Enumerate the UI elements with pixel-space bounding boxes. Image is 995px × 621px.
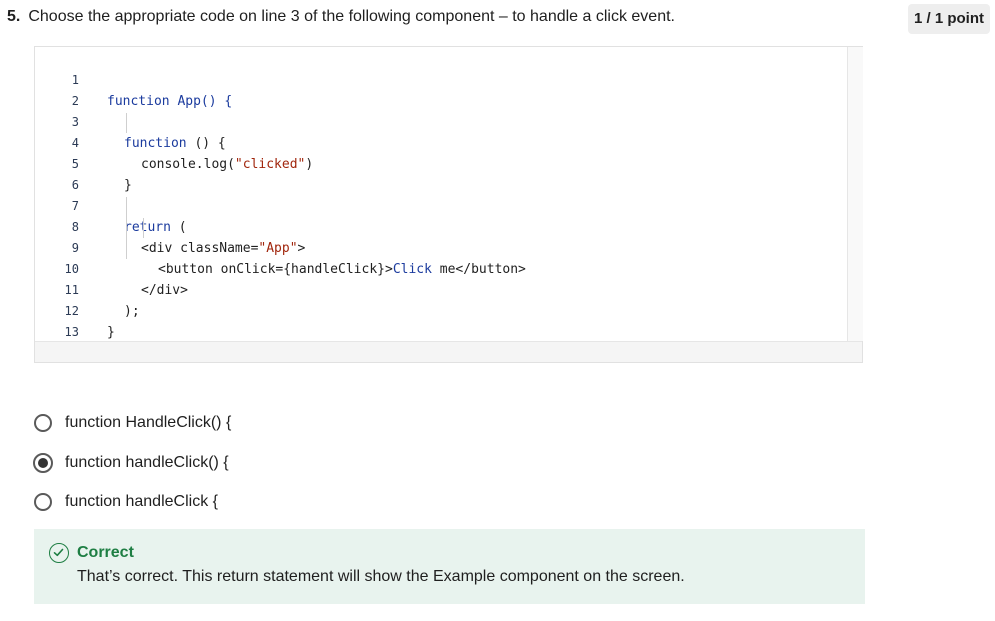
code-line-9: 9 <button onClick={handleClick}>Click me…	[35, 217, 526, 277]
indent-guide	[126, 113, 127, 133]
radio-button[interactable]	[34, 414, 52, 432]
code-line-8: 8 <div className="App">	[35, 196, 306, 256]
option-3[interactable]: function handleClick {	[34, 492, 264, 516]
code-line-13: 13	[35, 301, 79, 339]
question-number: 5.	[7, 8, 21, 25]
code-text: >	[297, 241, 306, 256]
code-line-1: 1 function App() {	[35, 49, 232, 109]
feedback-panel: Correct That’s correct. This return stat…	[34, 529, 865, 604]
code-text: App() {	[169, 94, 233, 109]
code-text: );	[124, 304, 140, 319]
feedback-title: Correct	[77, 544, 134, 561]
code-text: me</button>	[431, 262, 526, 277]
code-line-5: 5 }	[35, 133, 132, 193]
code-text: () {	[186, 136, 226, 151]
code-horizontal-scrollbar[interactable]	[35, 341, 862, 362]
code-jsx-text: Click	[392, 262, 432, 277]
feedback-message: That’s correct. This return statement wi…	[77, 568, 685, 585]
option-2[interactable]: function handleClick() {	[33, 453, 264, 477]
question-text: Choose the appropriate code on line 3 of…	[28, 8, 675, 25]
code-viewer: 1 function App() { 2 3 function () { 4 c…	[34, 46, 863, 363]
check-circle-icon	[49, 543, 69, 563]
code-text: <div className=	[141, 241, 259, 256]
code-line-7: 7 return (	[35, 175, 187, 235]
code-keyword: function	[124, 136, 187, 151]
option-label[interactable]: function HandleClick() {	[65, 413, 231, 433]
code-text: }	[107, 325, 115, 340]
code-text: )	[305, 157, 314, 172]
code-line-10: 10 </div>	[35, 238, 188, 298]
code-line-2: 2	[35, 70, 79, 108]
question-header: 5. Choose the appropriate code on line 3 …	[7, 6, 675, 28]
code-line-11: 11 );	[35, 259, 140, 319]
radio-button[interactable]	[34, 493, 52, 511]
line-number: 13	[64, 325, 79, 339]
points-badge: 1 / 1 point	[908, 4, 990, 34]
code-line-12: 12 }	[35, 280, 115, 340]
code-string: "clicked"	[234, 157, 306, 172]
code-text: <button onClick={handleClick}>	[158, 262, 393, 277]
code-line-3: 3 function () {	[35, 91, 226, 151]
option-label[interactable]: function handleClick() {	[65, 453, 229, 473]
code-line-4: 4 console.log("clicked")	[35, 112, 313, 172]
code-keyword: return	[124, 220, 171, 235]
code-line-6: 6	[35, 154, 79, 192]
code-text: (	[170, 220, 187, 235]
option-label[interactable]: function handleClick {	[65, 492, 218, 512]
code-text: }	[124, 178, 132, 193]
code-text: console.log(	[141, 157, 235, 172]
indent-guide	[126, 197, 127, 259]
option-1[interactable]: function HandleClick() {	[34, 413, 264, 437]
radio-button-selected[interactable]	[33, 453, 53, 473]
code-keyword: function	[107, 94, 170, 109]
code-string: "App"	[258, 241, 298, 256]
indent-guide	[143, 218, 144, 238]
code-text: </div>	[141, 283, 188, 298]
code-vertical-scrollbar[interactable]	[847, 47, 863, 341]
